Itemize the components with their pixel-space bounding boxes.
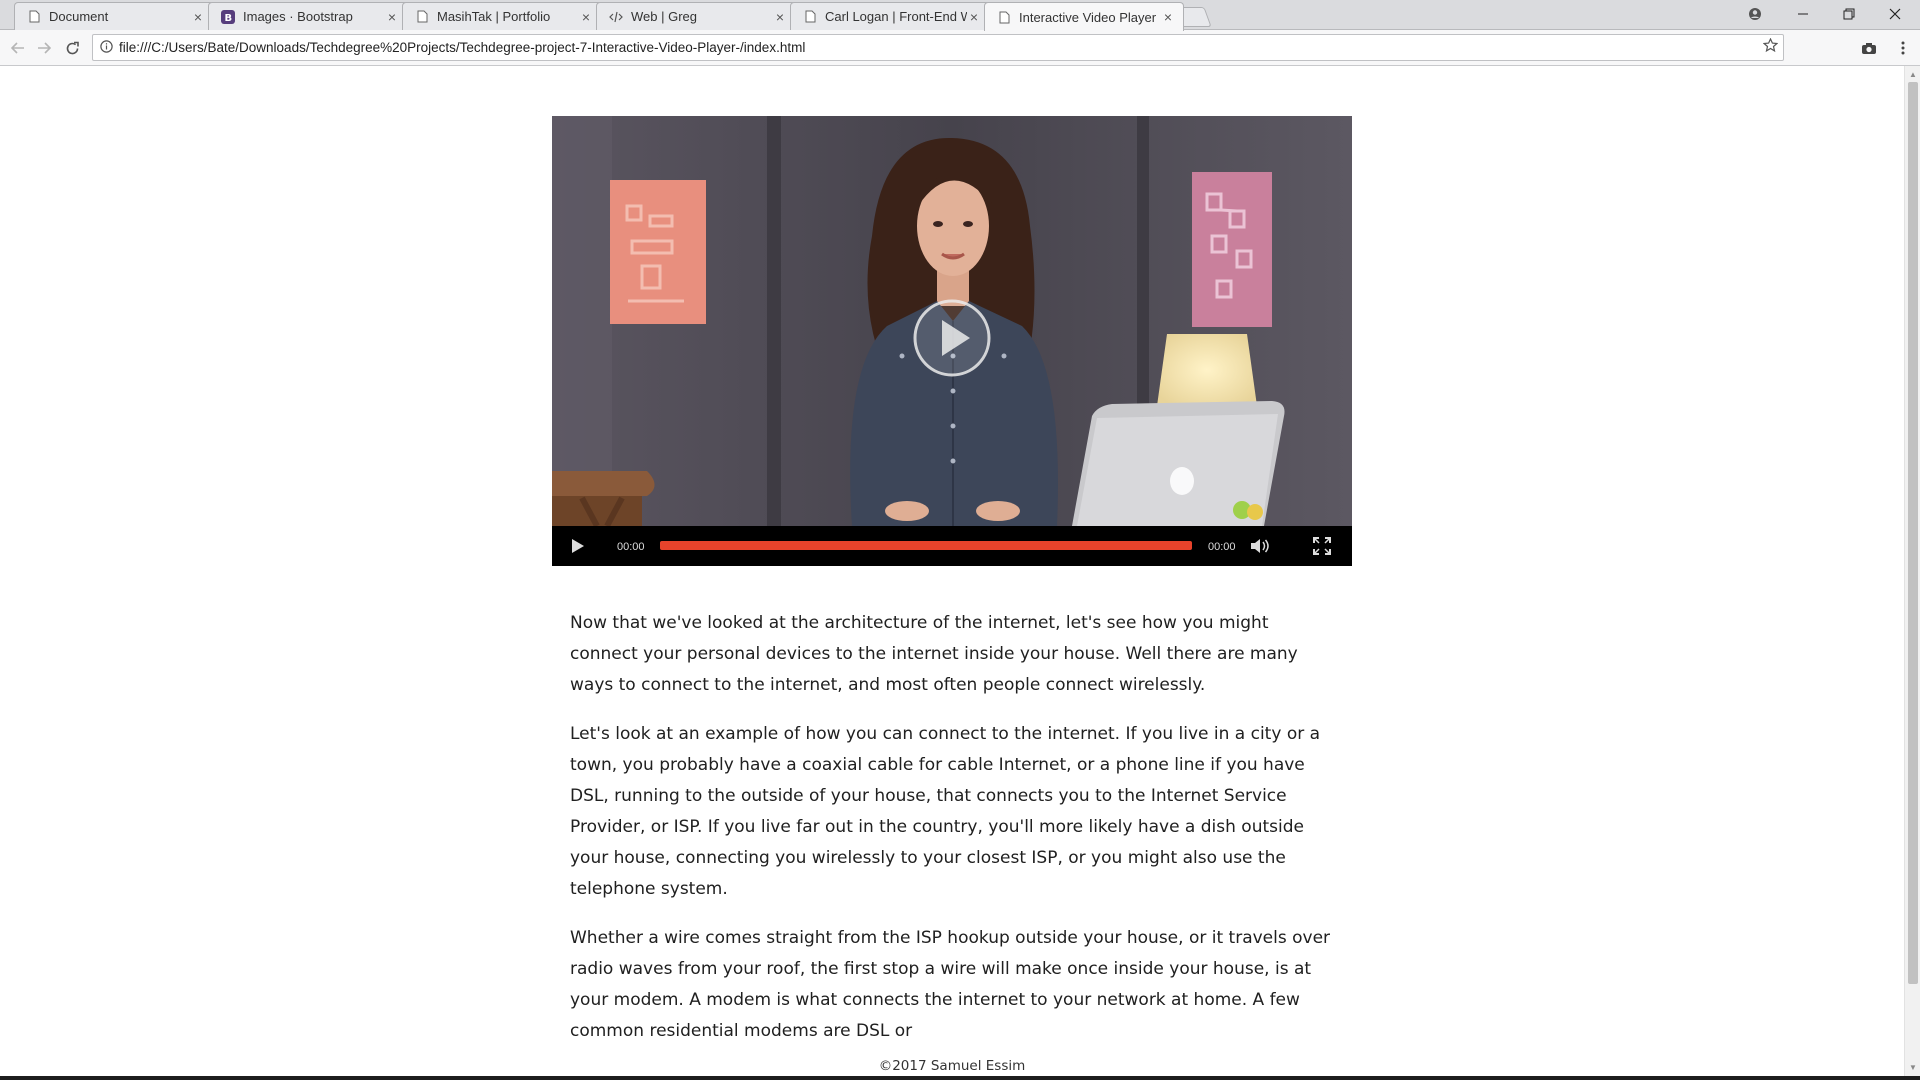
- reload-icon[interactable]: [60, 36, 84, 60]
- url-text[interactable]: file:///C:/Users/Bate/Downloads/Techdegr…: [119, 40, 1757, 55]
- tab-title: Web | Greg: [631, 9, 697, 24]
- page-icon: [997, 10, 1011, 24]
- minimize-icon[interactable]: [1780, 0, 1826, 28]
- page-icon: [803, 10, 817, 24]
- scroll-up-icon[interactable]: ▲: [1908, 69, 1918, 79]
- forward-icon[interactable]: [32, 36, 56, 60]
- tab-bootstrap[interactable]: B Images · Bootstrap ×: [208, 2, 408, 30]
- fullscreen-button[interactable]: [1310, 535, 1334, 557]
- profile-icon[interactable]: [1732, 0, 1778, 28]
- tab-interactive-video-player[interactable]: Interactive Video Player ×: [984, 2, 1184, 31]
- video-player[interactable]: 00:00 00:00: [552, 116, 1352, 566]
- transcript-paragraph: Whether a wire comes straight from the I…: [570, 928, 1331, 1041]
- close-window-icon[interactable]: [1872, 0, 1918, 28]
- current-time: 00:00: [617, 541, 645, 553]
- fullscreen-icon: [1313, 537, 1331, 555]
- volume-icon: [1251, 539, 1269, 553]
- tab-web-greg[interactable]: Web | Greg ×: [596, 2, 796, 30]
- page-icon: [415, 10, 429, 24]
- page-scrollbar[interactable]: ▲ ▼: [1904, 66, 1920, 1076]
- duration-time: 00:00: [1208, 541, 1236, 553]
- scroll-thumb[interactable]: [1908, 82, 1918, 984]
- bootstrap-icon: B: [221, 9, 235, 24]
- big-play-icon[interactable]: [912, 298, 992, 378]
- tab-carl-logan[interactable]: Carl Logan | Front-End W ×: [790, 2, 990, 30]
- address-bar[interactable]: file:///C:/Users/Bate/Downloads/Techdegr…: [92, 34, 1784, 61]
- play-icon: [572, 539, 584, 553]
- progress-bar[interactable]: [660, 541, 1192, 550]
- tab-title: Carl Logan | Front-End W: [825, 9, 967, 24]
- tab-document[interactable]: Document ×: [14, 2, 214, 30]
- code-icon: [609, 10, 623, 24]
- tab-close-icon[interactable]: ×: [579, 9, 593, 25]
- menu-kebab-icon[interactable]: [1892, 38, 1914, 58]
- info-icon[interactable]: [93, 39, 119, 56]
- restore-icon[interactable]: [1826, 0, 1872, 28]
- svg-text:B: B: [225, 13, 233, 24]
- bookmark-star-icon[interactable]: [1757, 37, 1783, 58]
- video-controls: 00:00 00:00: [552, 526, 1352, 566]
- page-icon: [27, 10, 41, 24]
- tab-close-icon[interactable]: ×: [773, 9, 787, 25]
- tab-close-icon[interactable]: ×: [1161, 9, 1175, 25]
- tab-title: Document: [49, 9, 109, 24]
- tab-title: Interactive Video Player: [1019, 9, 1157, 25]
- window-bottom-edge: [0, 1076, 1920, 1080]
- scroll-down-icon[interactable]: ▼: [1908, 1062, 1918, 1072]
- video-frame[interactable]: [552, 116, 1352, 526]
- camera-extension-icon[interactable]: [1858, 38, 1880, 58]
- transcript-paragraph: Now that we've looked at the architectur…: [570, 613, 1298, 695]
- back-icon[interactable]: [6, 36, 30, 60]
- tab-close-icon[interactable]: ×: [967, 9, 981, 25]
- tab-close-icon[interactable]: ×: [191, 9, 205, 25]
- tab-portfolio[interactable]: MasihTak | Portfolio ×: [402, 2, 602, 30]
- play-button[interactable]: [566, 534, 590, 558]
- tab-strip: Document × B Images · Bootstrap × MasihT…: [0, 0, 1920, 31]
- transcript: Now that we've looked at the architectur…: [570, 608, 1340, 1065]
- tab-close-icon[interactable]: ×: [385, 9, 399, 25]
- transcript-paragraph: Let's look at an example of how you can …: [570, 724, 1321, 899]
- volume-button[interactable]: [1248, 535, 1272, 557]
- browser-toolbar: file:///C:/Users/Bate/Downloads/Techdegr…: [0, 30, 1920, 66]
- tab-title: MasihTak | Portfolio: [437, 9, 551, 24]
- tab-title: Images · Bootstrap: [243, 9, 353, 24]
- footer-copyright: ©2017 Samuel Essim: [878, 1058, 1026, 1074]
